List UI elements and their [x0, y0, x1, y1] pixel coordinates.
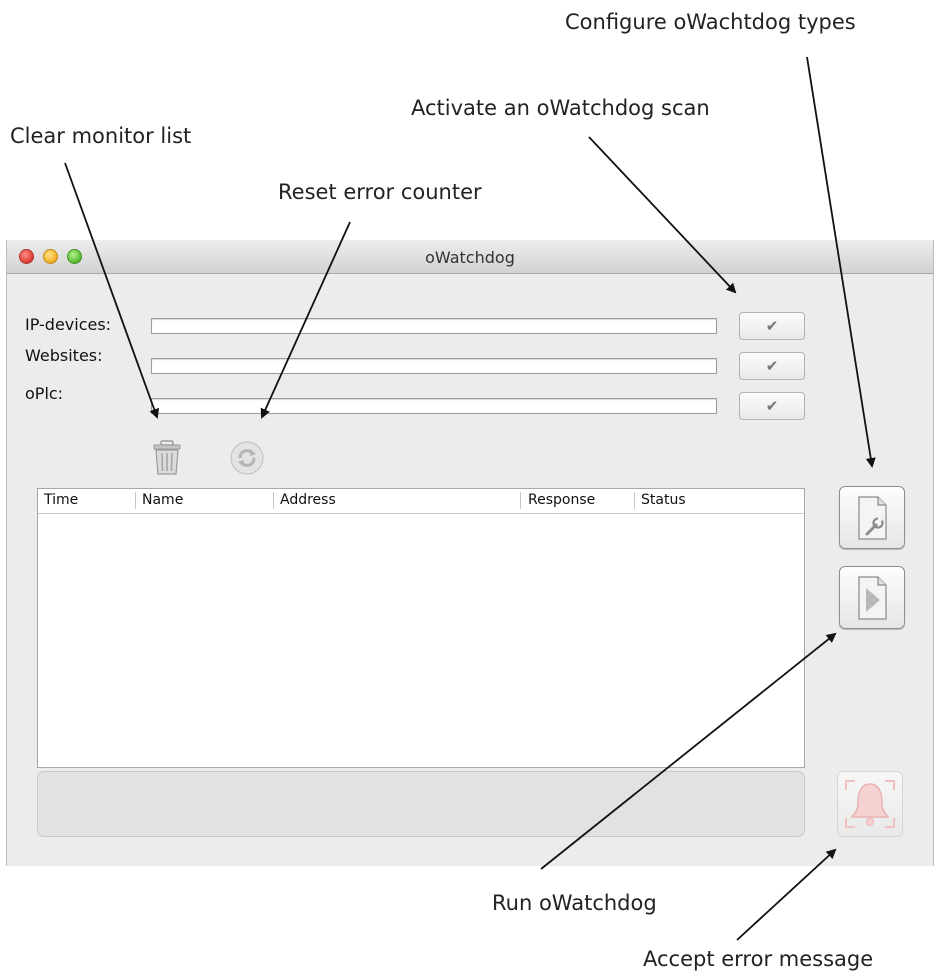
- trash-icon[interactable]: [151, 440, 183, 476]
- ip-devices-label: IP-devices:: [25, 315, 112, 334]
- document-wrench-icon: [858, 496, 887, 540]
- callout-activate-scan: Activate an oWatchdog scan: [411, 96, 710, 120]
- websites-field[interactable]: [151, 358, 717, 374]
- column-status[interactable]: Status: [641, 492, 686, 508]
- callout-configure-types: Configure oWachtdog types: [565, 10, 856, 34]
- oplc-field[interactable]: [151, 398, 717, 414]
- callout-reset-counter: Reset error counter: [278, 180, 482, 204]
- refresh-icon[interactable]: [229, 440, 265, 476]
- column-address[interactable]: Address: [280, 492, 336, 508]
- window-title: oWatchdog: [425, 248, 515, 267]
- column-time[interactable]: Time: [44, 492, 78, 508]
- column-separator: [135, 492, 136, 509]
- oplc-label: oPlc:: [25, 384, 64, 403]
- column-separator: [520, 492, 521, 509]
- configure-types-button[interactable]: [839, 486, 905, 549]
- document-play-icon: [858, 576, 887, 620]
- title-bar[interactable]: oWatchdog: [7, 240, 933, 274]
- oplc-activate-button[interactable]: ✔: [739, 392, 805, 420]
- websites-label: Websites:: [25, 346, 103, 365]
- bell-icon: [845, 780, 895, 828]
- column-name[interactable]: Name: [142, 492, 183, 508]
- error-message-area: [37, 771, 805, 837]
- column-separator: [273, 492, 274, 509]
- websites-activate-button[interactable]: ✔: [739, 352, 805, 380]
- accept-error-button[interactable]: [837, 771, 903, 837]
- ip-devices-field[interactable]: [151, 318, 717, 334]
- callout-clear-list: Clear monitor list: [10, 124, 192, 148]
- run-button[interactable]: [839, 566, 905, 629]
- callout-run: Run oWatchdog: [492, 891, 657, 915]
- monitor-table[interactable]: Time Name Address Response Status: [37, 488, 805, 768]
- ip-devices-activate-button[interactable]: ✔: [739, 312, 805, 340]
- column-response[interactable]: Response: [528, 492, 595, 508]
- table-header: Time Name Address Response Status: [38, 489, 804, 514]
- callout-accept-error: Accept error message: [643, 947, 874, 971]
- owatchdog-window: oWatchdog IP-devices: ✔ Websites: ✔ oPlc…: [6, 240, 934, 866]
- column-separator: [634, 492, 635, 509]
